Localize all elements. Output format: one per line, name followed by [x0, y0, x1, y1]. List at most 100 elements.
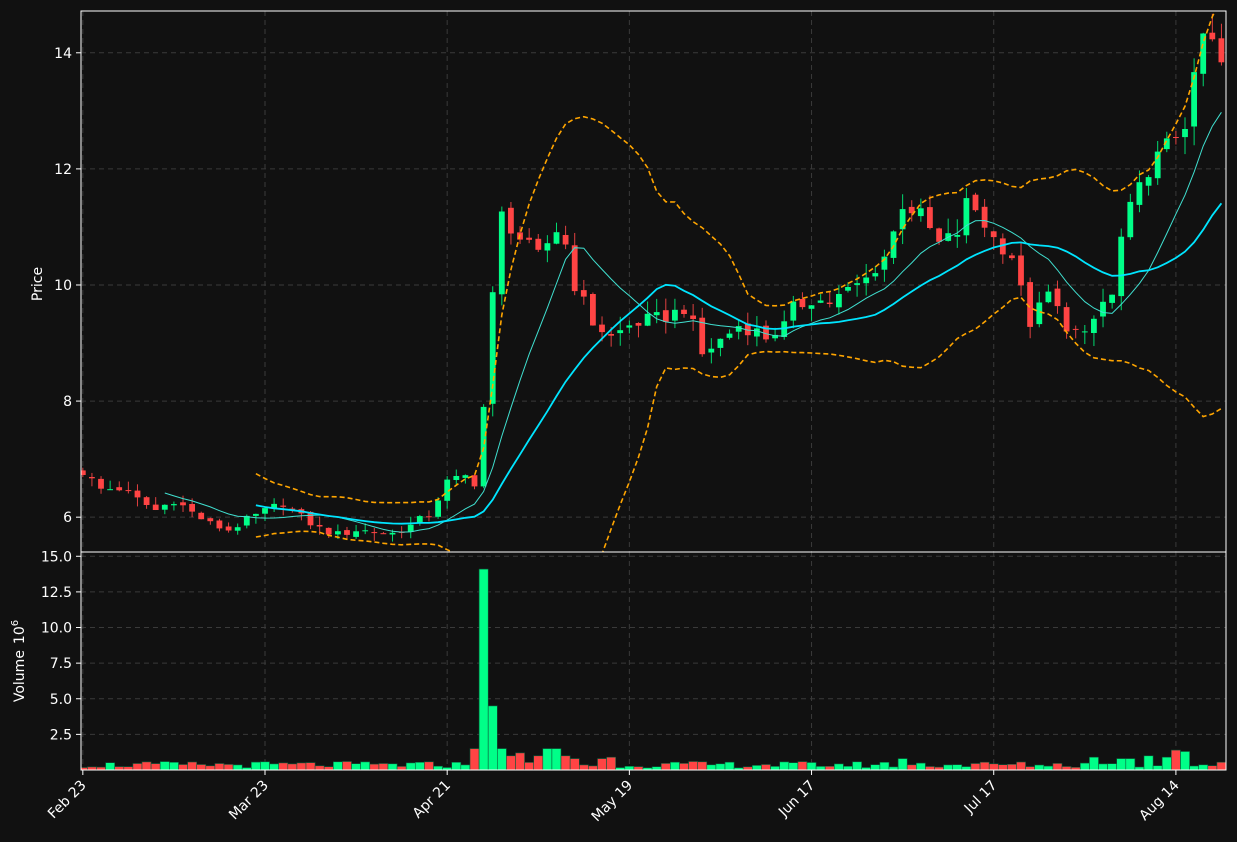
volume-bar — [1207, 765, 1218, 770]
candle-body — [1173, 137, 1179, 138]
volume-bar — [679, 763, 689, 770]
candle-body — [116, 487, 123, 491]
candle-body — [371, 532, 378, 534]
candle-body — [143, 497, 150, 505]
candle-body — [353, 531, 359, 537]
candle-body — [936, 228, 942, 242]
candle-body — [1218, 38, 1225, 63]
candle-body — [817, 300, 824, 303]
volume-bar — [597, 758, 607, 770]
candle-body — [1136, 182, 1143, 205]
candle-body — [125, 490, 132, 492]
candle-body — [180, 502, 186, 506]
volume-bar — [1007, 763, 1017, 770]
price-tick-label: 12 — [54, 162, 72, 178]
candle-body — [508, 207, 514, 234]
volume-bar — [870, 764, 881, 770]
candle-body — [107, 489, 113, 491]
volume-bar — [1143, 755, 1154, 770]
candle-body — [1154, 151, 1161, 179]
volume-bar — [524, 762, 534, 770]
volume-bar — [496, 748, 507, 770]
candle-body — [972, 194, 979, 211]
volume-bar — [187, 761, 198, 770]
volume-bar — [906, 764, 917, 770]
candle-body — [717, 338, 724, 348]
candle-body — [1182, 129, 1188, 138]
candle-body — [207, 518, 214, 522]
candle-body — [927, 207, 933, 228]
volume-bar — [833, 763, 844, 770]
candle-body — [608, 334, 614, 336]
volume-bar — [506, 755, 516, 770]
volume-bar — [487, 705, 498, 770]
candle-body — [544, 243, 551, 251]
candle-body — [1009, 255, 1015, 259]
volume-bar — [369, 763, 380, 770]
candle-body — [653, 312, 660, 316]
volume-bar — [1025, 766, 1035, 770]
candle-body — [635, 323, 642, 326]
volume-bar — [296, 762, 307, 770]
volume-bar — [843, 765, 853, 770]
volume-bar — [478, 568, 489, 770]
candle-body — [426, 516, 432, 518]
candle-body — [462, 475, 469, 478]
candle-body — [152, 504, 159, 510]
volume-tick-label: 7.5 — [50, 656, 72, 672]
volume-bar — [1089, 756, 1099, 770]
volume-bar — [469, 748, 480, 770]
volume-bar — [806, 762, 817, 770]
volume-tick-label: 12.5 — [41, 585, 72, 601]
volume-bar — [1198, 764, 1209, 770]
candle-body — [1191, 72, 1197, 127]
price-tick-label: 6 — [63, 510, 72, 526]
volume-bar — [660, 763, 671, 770]
candle-body — [1118, 236, 1125, 297]
volume-bar — [1034, 764, 1045, 770]
volume-bar — [724, 761, 735, 770]
candle-body — [134, 490, 141, 498]
candle-body — [453, 476, 460, 480]
price-axis-label: Price — [30, 267, 46, 301]
candle-body — [626, 325, 633, 328]
volume-bar — [688, 761, 698, 770]
candle-body — [1045, 291, 1052, 303]
candle-body — [98, 478, 104, 489]
volume-bar — [852, 761, 862, 770]
candle-body — [580, 290, 587, 297]
volume-bar — [1061, 766, 1072, 770]
volume-bar — [1152, 765, 1163, 770]
candle-body — [571, 245, 578, 292]
candle-body — [845, 287, 851, 291]
volume-bar — [260, 761, 270, 770]
volume-bar — [761, 764, 771, 770]
volume-bar — [342, 761, 352, 770]
volume-bar — [141, 761, 152, 770]
volume-bar — [952, 764, 963, 770]
candle-body — [535, 238, 542, 250]
volume-bar — [560, 755, 571, 770]
volume-bar — [578, 764, 589, 770]
volume-bar — [515, 752, 525, 770]
volume-bar — [1016, 761, 1026, 770]
volume-bar — [1052, 763, 1063, 770]
candle-body — [981, 206, 988, 228]
candle-body — [216, 520, 223, 529]
candle-body — [1063, 307, 1070, 332]
candle-body — [89, 477, 95, 479]
volume-bar — [697, 761, 708, 770]
candle-body — [863, 277, 870, 284]
volume-tick-label: 15.0 — [41, 549, 72, 565]
chart-background — [0, 0, 1237, 842]
candle-body — [362, 530, 369, 532]
candle-body — [316, 525, 323, 527]
volume-axis-label-text: Volume — [12, 650, 28, 702]
volume-bar — [132, 763, 143, 770]
candle-body — [344, 530, 350, 535]
candle-body — [890, 231, 897, 258]
volume-bar — [542, 748, 553, 770]
volume-bar — [715, 763, 726, 770]
volume-bar — [569, 758, 580, 770]
volume-bar — [779, 761, 790, 770]
